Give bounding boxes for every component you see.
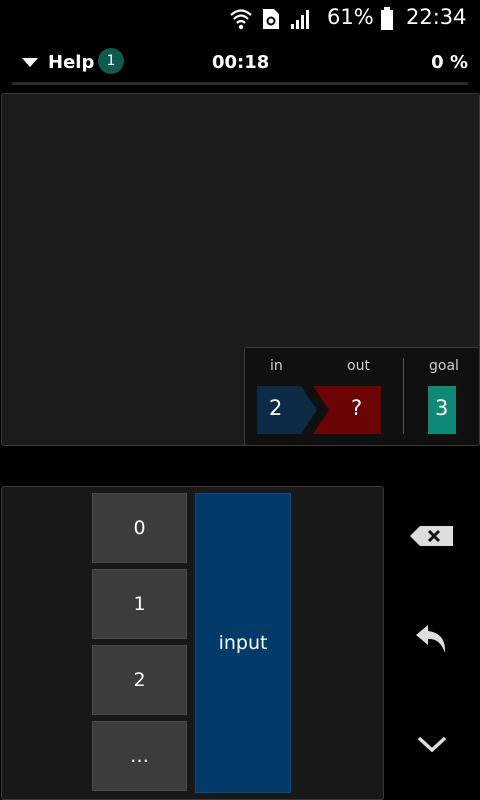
top-bar: Help 1 00:18 0 % bbox=[0, 44, 480, 84]
signal-icon bbox=[290, 7, 312, 31]
wifi-icon bbox=[229, 7, 253, 31]
battery-icon bbox=[380, 7, 394, 31]
backspace-button[interactable] bbox=[404, 516, 460, 560]
help-toggle-arrow-icon[interactable] bbox=[22, 58, 38, 67]
timer: 00:18 bbox=[212, 52, 270, 73]
clock: 22:34 bbox=[406, 5, 467, 29]
sim-icon bbox=[262, 7, 280, 31]
progress-percent: 0 % bbox=[431, 52, 468, 73]
undo-button[interactable] bbox=[404, 620, 460, 664]
help-button[interactable]: Help bbox=[48, 52, 94, 73]
out-label: out bbox=[347, 358, 370, 374]
battery-percent: 61% bbox=[327, 5, 374, 29]
number-block-1[interactable]: 1 bbox=[92, 569, 187, 639]
progress-bar bbox=[12, 82, 468, 85]
collapse-button[interactable] bbox=[404, 724, 460, 768]
in-label: in bbox=[270, 358, 283, 374]
more-numbers-block[interactable]: … bbox=[92, 721, 187, 791]
goal-value-box: 3 bbox=[428, 386, 456, 434]
help-count-badge: 1 bbox=[98, 48, 124, 74]
status-bar: 61% 22:34 bbox=[0, 0, 480, 38]
number-block-0[interactable]: 0 bbox=[92, 493, 187, 563]
in-value: 2 bbox=[269, 396, 283, 420]
input-block[interactable]: input bbox=[195, 493, 291, 793]
chevron-down-icon bbox=[417, 735, 447, 757]
block-palette: 0 1 2 … input bbox=[1, 486, 384, 800]
divider bbox=[403, 358, 404, 434]
out-value-chevron: ? bbox=[313, 386, 381, 434]
goal-label: goal bbox=[429, 358, 459, 374]
out-value: ? bbox=[351, 396, 363, 420]
io-panel: in out goal 2 ? 3 bbox=[244, 347, 480, 446]
number-block-2[interactable]: 2 bbox=[92, 645, 187, 715]
backspace-icon bbox=[410, 525, 454, 551]
undo-icon bbox=[414, 623, 450, 661]
goal-value: 3 bbox=[435, 396, 449, 420]
in-value-chevron: 2 bbox=[257, 386, 317, 434]
